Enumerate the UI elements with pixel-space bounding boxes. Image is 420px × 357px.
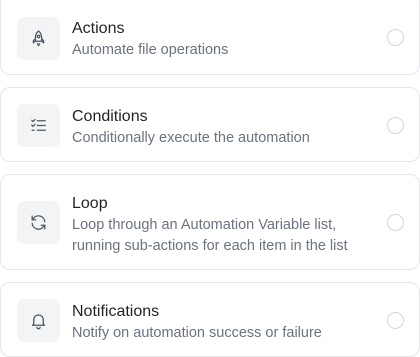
option-description: Notify on automation success or failure <box>72 325 322 341</box>
option-radio-conditions[interactable] <box>387 117 404 134</box>
option-text: Conditions Conditionally execute the aut… <box>72 107 371 149</box>
option-icon-container <box>17 104 60 147</box>
option-icon-container <box>17 299 60 342</box>
rocket-icon <box>29 29 48 48</box>
option-description: Loop through an Automation Variable list… <box>72 217 348 254</box>
option-text: Notifications Notify on automation succe… <box>72 302 371 344</box>
option-description: Conditionally execute the automation <box>72 130 310 146</box>
option-card-conditions[interactable]: Conditions Conditionally execute the aut… <box>0 87 420 162</box>
refresh-icon <box>29 213 48 232</box>
option-icon-container <box>17 201 60 244</box>
option-text: Actions Automate file operations <box>72 19 371 61</box>
option-radio-notifications[interactable] <box>387 312 404 329</box>
option-description: Automate file operations <box>72 42 229 58</box>
option-card-loop[interactable]: Loop Loop through an Automation Variable… <box>0 174 420 270</box>
option-radio-loop[interactable] <box>387 214 404 231</box>
option-card-actions[interactable]: Actions Automate file operations <box>0 0 420 75</box>
option-icon-container <box>17 17 60 60</box>
option-radio-actions[interactable] <box>387 29 404 46</box>
option-card-notifications[interactable]: Notifications Notify on automation succe… <box>0 282 420 357</box>
option-title: Loop <box>72 195 108 212</box>
option-title: Actions <box>72 20 125 37</box>
option-text: Loop Loop through an Automation Variable… <box>72 194 371 257</box>
bell-icon <box>29 311 48 330</box>
checklist-icon <box>29 116 48 135</box>
option-title: Notifications <box>72 303 160 320</box>
option-title: Conditions <box>72 108 148 125</box>
automation-type-list: Actions Automate file operations Conditi… <box>0 0 420 357</box>
